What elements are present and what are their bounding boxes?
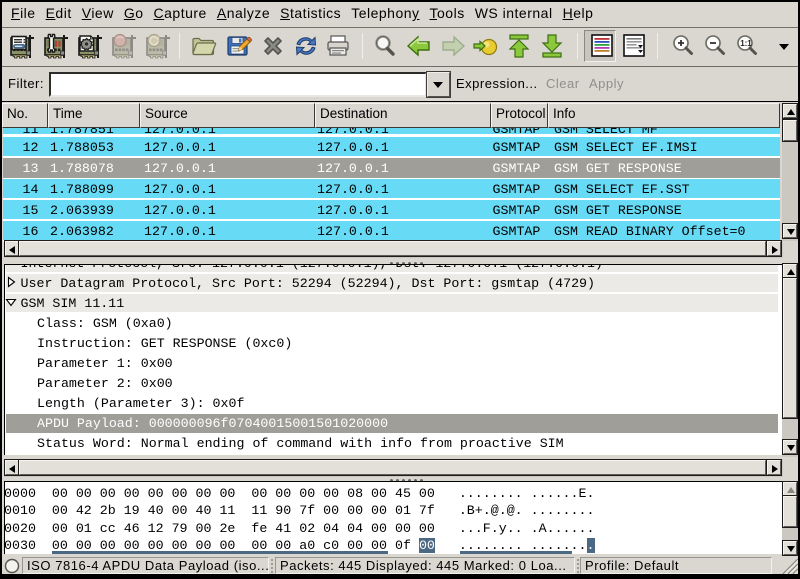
svg-text:1:1: 1:1: [740, 39, 752, 48]
